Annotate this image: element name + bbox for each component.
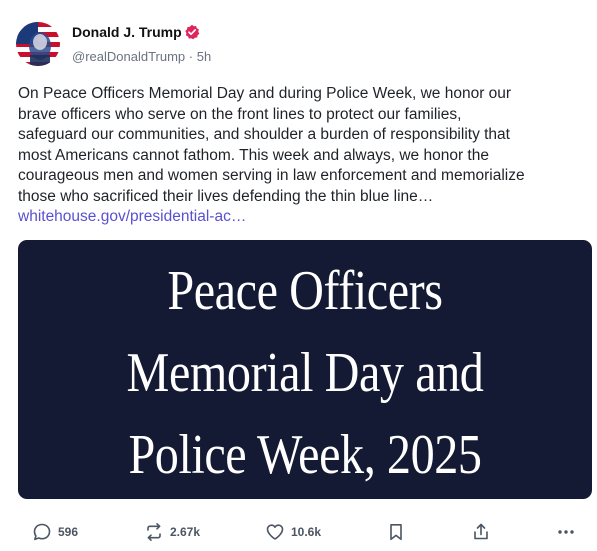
verified-badge-icon: [184, 24, 200, 40]
author-handle[interactable]: @realDonaldTrump: [72, 49, 185, 64]
media-title-line: Peace Officers: [167, 260, 443, 322]
post-time[interactable]: 5h: [197, 49, 211, 64]
author-display-name[interactable]: Donald J. Trump: [72, 24, 182, 40]
post-text-line: courageous men and women serving in law …: [18, 167, 525, 184]
action-bar: 596 2.67k 10.6k: [0, 515, 597, 549]
like-icon: [265, 522, 285, 542]
media-title-line: Police Week, 2025: [128, 424, 482, 486]
post-text-line: most Americans cannot fathom. This week …: [18, 146, 489, 164]
media-card[interactable]: Peace Officers Memorial Day and Police W…: [18, 240, 592, 499]
more-icon: [556, 522, 576, 542]
more-options-button[interactable]: [556, 515, 576, 549]
like-button[interactable]: 10.6k: [265, 515, 321, 549]
media-title-line: Memorial Day and: [126, 342, 484, 404]
author-meta: @realDonaldTrump · 5h: [72, 49, 211, 64]
post-text-line: safeguard our communities, and shoulder …: [18, 126, 510, 143]
repost-button[interactable]: 2.67k: [144, 515, 200, 549]
repost-count: 2.67k: [170, 525, 201, 539]
reply-button[interactable]: 596: [32, 515, 78, 549]
meta-separator: ·: [188, 49, 194, 64]
share-icon: [471, 522, 491, 542]
post-text-line: brave officers who serve on the front li…: [18, 105, 462, 123]
post-link[interactable]: whitehouse.gov/presidential-ac…: [18, 207, 588, 228]
post-body: On Peace Officers Memorial Day and durin…: [18, 84, 588, 228]
post-text-line: On Peace Officers Memorial Day and durin…: [18, 85, 512, 102]
post-text-line: those who sacrificed their lives defendi…: [18, 187, 434, 205]
reply-count: 596: [58, 525, 79, 539]
bookmark-button[interactable]: [386, 515, 406, 549]
repost-icon: [144, 522, 164, 542]
bookmark-icon: [386, 522, 406, 542]
reply-icon: [32, 522, 52, 542]
like-count: 10.6k: [291, 525, 322, 539]
avatar[interactable]: [16, 22, 60, 66]
media-title: Peace Officers Memorial Day and Police W…: [58, 250, 552, 496]
share-button[interactable]: [471, 515, 491, 549]
post-card: Donald J. Trump @realDonaldTrump · 5h On…: [0, 0, 597, 551]
